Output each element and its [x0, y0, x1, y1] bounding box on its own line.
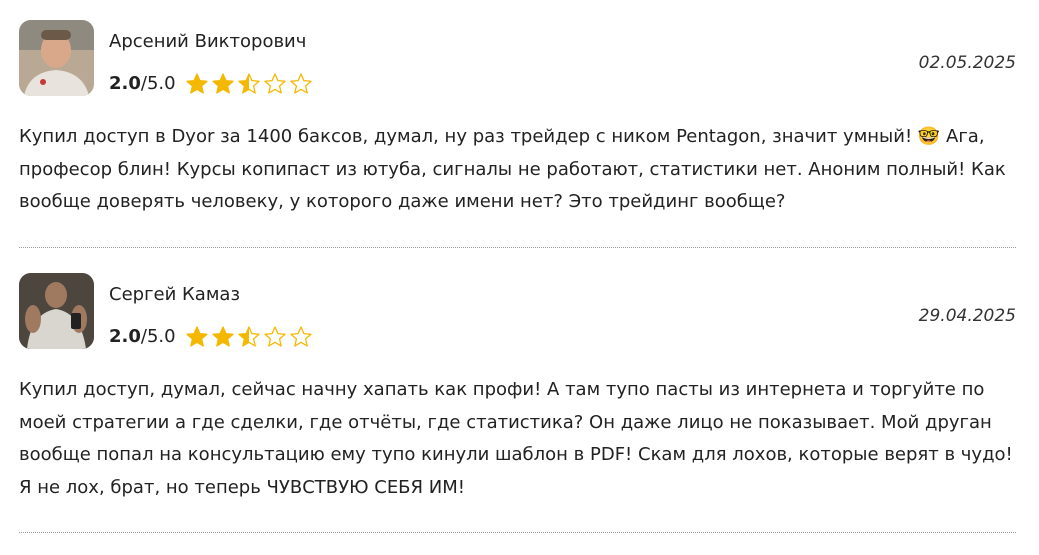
avatar-photo: [19, 273, 94, 349]
star-empty-icon: [289, 325, 313, 349]
review-divider: [19, 532, 1016, 533]
rating: 2.0/5.0: [109, 71, 313, 97]
review-header: Арсений Викторович 2.0/5.0 02.05.2025: [19, 20, 1016, 96]
review-text: Купил доступ, думал, сейчас начну хапать…: [19, 379, 1013, 498]
rating-value: 2.0: [109, 73, 141, 94]
review-card: Арсений Викторович 2.0/5.0 02.05.2025 Ку…: [19, 20, 1016, 219]
star-filled-icon: [211, 72, 235, 96]
review-divider: [19, 247, 1016, 248]
rating-value: 2.0: [109, 326, 141, 347]
review-author: Арсений Викторович: [109, 31, 307, 52]
avatar-photo: [19, 20, 94, 96]
rating-max: /5.0: [140, 326, 176, 347]
avatar: [19, 273, 94, 349]
avatar: [19, 20, 94, 96]
review-date: 29.04.2025: [918, 306, 1016, 326]
star-empty-icon: [263, 325, 287, 349]
review-text: Купил доступ в Dyor за 1400 баксов, дума…: [19, 126, 1006, 212]
star-half-icon: [237, 72, 261, 96]
star-rating: [185, 325, 313, 349]
star-filled-icon: [211, 325, 235, 349]
star-rating: [185, 72, 313, 96]
star-half-icon: [237, 325, 261, 349]
star-empty-icon: [263, 72, 287, 96]
rating-score: 2.0/5.0: [109, 73, 176, 95]
rating: 2.0/5.0: [109, 324, 313, 350]
rating-max: /5.0: [140, 73, 176, 94]
review-author: Сергей Камаз: [109, 284, 241, 305]
star-filled-icon: [185, 72, 209, 96]
star-filled-icon: [185, 325, 209, 349]
review-card: Сергей Камаз 2.0/5.0 29.04.2025 Купил до…: [19, 273, 1016, 504]
rating-score: 2.0/5.0: [109, 326, 176, 348]
review-date: 02.05.2025: [918, 53, 1016, 73]
star-empty-icon: [289, 72, 313, 96]
review-header: Сергей Камаз 2.0/5.0 29.04.2025: [19, 273, 1016, 349]
